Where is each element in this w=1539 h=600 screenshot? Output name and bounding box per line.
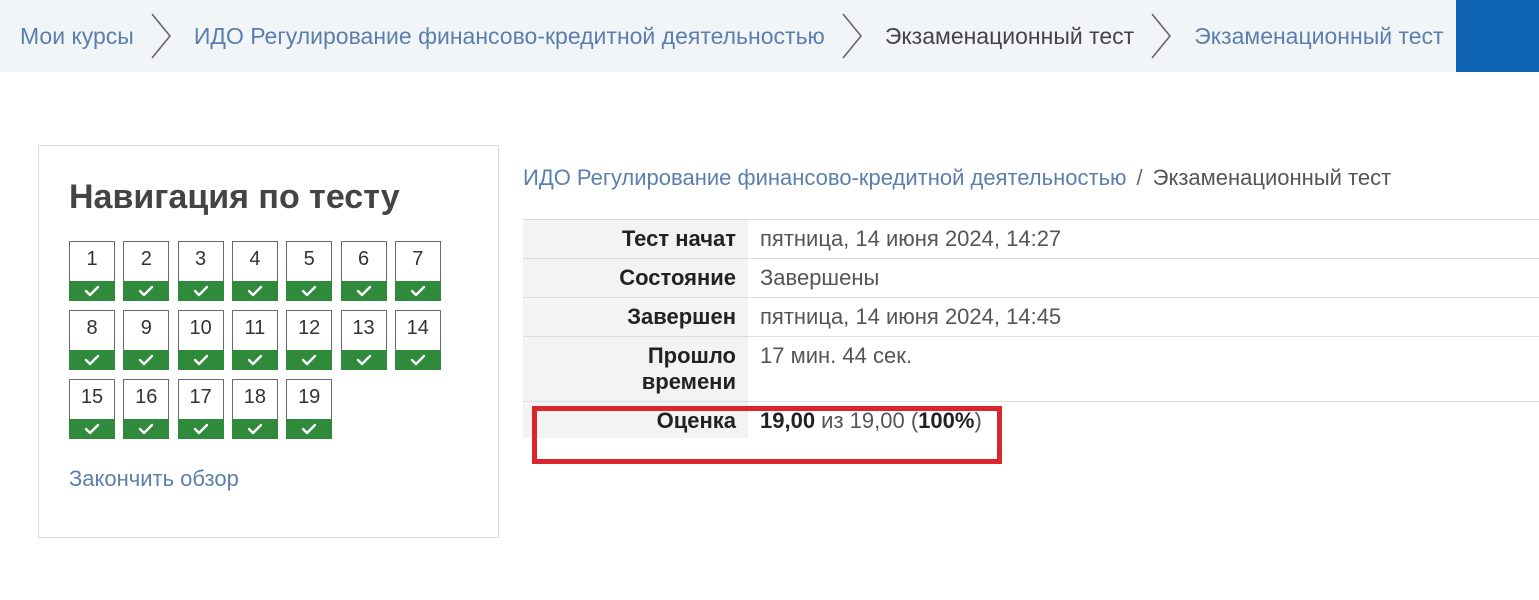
chevron-right-icon [150,10,180,62]
question-button[interactable]: 11 [231,310,278,370]
check-icon [123,350,170,370]
header-accent-block [1456,0,1539,72]
question-number: 13 [352,317,375,339]
question-number: 7 [412,248,424,270]
check-icon [231,281,278,301]
check-icon [394,350,441,370]
summary-separator: / [1136,165,1143,190]
started-label: Тест начат [523,220,748,258]
breadcrumb: Мои курсы ИДО Регулирование финансово-кр… [0,0,1456,72]
question-number: 17 [189,386,212,408]
check-icon [286,281,333,301]
question-button[interactable]: 2 [123,241,170,301]
breadcrumb-my-courses[interactable]: Мои курсы [20,23,134,50]
question-number: 11 [244,317,266,339]
quiz-navigation-title: Навигация по тесту [69,178,400,216]
question-button[interactable]: 9 [123,310,170,370]
table-row: Прошло времени 17 мин. 44 сек. [523,336,1539,401]
breadcrumb-course[interactable]: ИДО Регулирование финансово-кредитной де… [194,23,825,50]
question-button[interactable]: 8 [69,310,115,370]
summary-course-link[interactable]: ИДО Регулирование финансово-кредитной де… [523,165,1127,190]
question-number: 4 [249,248,261,270]
elapsed-label: Прошло времени [523,337,748,401]
question-number: 5 [303,248,315,270]
question-number: 2 [140,248,152,270]
table-row: Завершен пятница, 14 июня 2024, 14:45 [523,297,1539,336]
question-button[interactable]: 13 [340,310,387,370]
elapsed-label-line1: Прошло [647,343,736,368]
grade-highlight-box [532,406,1002,464]
question-button[interactable]: 6 [340,241,387,301]
started-value: пятница, 14 июня 2024, 14:27 [748,220,1539,258]
table-row: Состояние Завершены [523,258,1539,297]
finish-review-link[interactable]: Закончить обзор [69,466,239,492]
check-icon [231,419,278,439]
check-icon [231,350,278,370]
check-icon [340,281,387,301]
question-number: 10 [189,317,212,339]
check-icon [177,281,224,301]
question-number: 9 [140,317,152,339]
question-button[interactable]: 15 [69,379,115,439]
question-number: 18 [243,386,267,408]
elapsed-value: 17 мин. 44 сек. [748,337,1539,401]
question-number: 16 [135,386,158,408]
check-icon [69,281,115,301]
check-icon [394,281,441,301]
question-number: 19 [298,386,321,408]
check-icon [340,350,387,370]
question-button[interactable]: 3 [177,241,224,301]
question-number: 14 [406,317,429,339]
check-icon [69,350,115,370]
check-icon [177,350,224,370]
chevron-right-icon [841,10,871,62]
state-value: Завершены [748,259,1539,297]
check-icon [177,419,224,439]
finished-value: пятница, 14 июня 2024, 14:45 [748,298,1539,336]
breadcrumb-section: Экзаменационный тест [884,22,1135,49]
chevron-right-icon [1150,10,1180,62]
question-button[interactable]: 17 [177,379,224,439]
question-button[interactable]: 1 [69,241,115,301]
summary-breadcrumb: ИДО Регулирование финансово-кредитной де… [523,165,1391,191]
question-button[interactable]: 10 [177,310,224,370]
question-number: 3 [195,248,207,270]
question-number: 8 [86,317,98,339]
question-number: 12 [298,317,321,339]
question-button[interactable]: 7 [394,241,441,301]
check-icon [286,419,333,439]
question-button[interactable]: 14 [394,310,441,370]
breadcrumb-test[interactable]: Экзаменационный тест [1194,23,1443,50]
state-label: Состояние [523,259,748,297]
table-row: Тест начат пятница, 14 июня 2024, 14:27 [523,219,1539,258]
question-number: 15 [80,386,104,408]
question-button[interactable]: 16 [123,379,170,439]
check-icon [69,419,115,439]
question-button[interactable]: 18 [231,379,278,439]
question-button[interactable]: 5 [286,241,333,301]
question-number: 1 [86,248,98,270]
finished-label: Завершен [523,298,748,336]
question-button[interactable]: 19 [286,379,333,439]
check-icon [123,419,170,439]
question-button[interactable]: 4 [231,241,278,301]
elapsed-label-line2: времени [641,369,736,394]
question-number: 6 [357,248,370,270]
quiz-navigation-block: Навигация по тесту 1 2 3 4 5 6 7 8 9 10 11 12 13 14 15… [38,145,499,538]
summary-test-name: Экзаменационный тест [1152,165,1392,190]
check-icon [123,281,170,301]
question-button[interactable]: 12 [286,310,333,370]
check-icon [286,350,333,370]
